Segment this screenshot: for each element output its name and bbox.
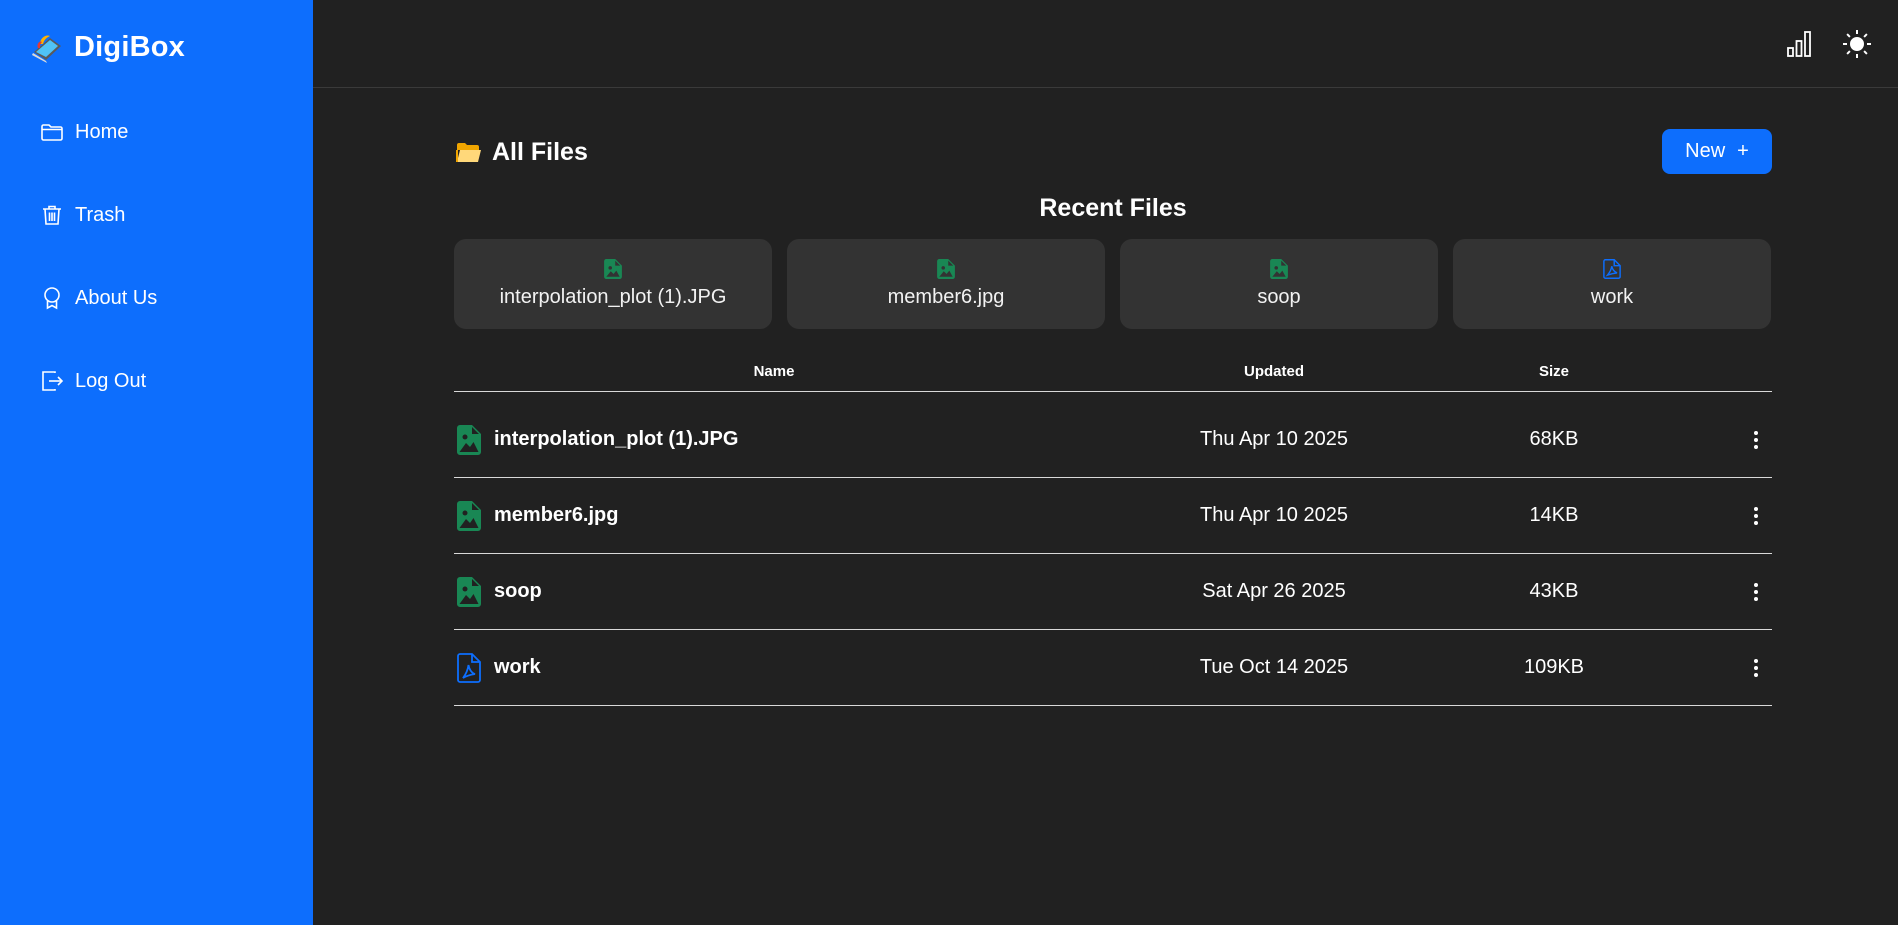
file-actions-cell — [1654, 580, 1772, 604]
page-title: All Files — [456, 138, 588, 167]
plus-icon: + — [1737, 140, 1749, 162]
logout-icon — [42, 371, 64, 391]
sidebar-item-home[interactable]: Home — [40, 112, 157, 152]
file-image-icon — [604, 259, 622, 279]
kebab-menu-icon[interactable] — [1746, 428, 1766, 452]
column-header-size[interactable]: Size — [1454, 363, 1654, 380]
new-button[interactable]: New + — [1662, 129, 1772, 174]
kebab-menu-icon[interactable] — [1746, 656, 1766, 680]
table-row[interactable]: interpolation_plot (1).JPG Thu Apr 10 20… — [454, 402, 1772, 478]
table-row[interactable]: member6.jpg Thu Apr 10 2025 14KB — [454, 478, 1772, 554]
file-image-icon — [457, 500, 481, 531]
file-updated: Thu Apr 10 2025 — [1200, 428, 1348, 450]
topbar — [313, 0, 1898, 88]
files-table: Name Updated Size interpolation_plot (1)… — [454, 352, 1772, 706]
file-image-icon — [1270, 259, 1288, 279]
content: All Files New + Recent Files interpolati… — [454, 88, 1772, 706]
sun-icon[interactable] — [1841, 28, 1873, 60]
main-area: All Files New + Recent Files interpolati… — [313, 0, 1898, 925]
sidebar-item-trash[interactable]: Trash — [40, 195, 157, 235]
table-body: interpolation_plot (1).JPG Thu Apr 10 20… — [454, 392, 1772, 706]
column-header-updated[interactable]: Updated — [1094, 363, 1454, 380]
recent-file-card[interactable]: member6.jpg — [787, 239, 1105, 329]
file-name: interpolation_plot (1).JPG — [494, 428, 739, 450]
sidebar-item-label: Home — [75, 120, 129, 143]
file-updated: Tue Oct 14 2025 — [1199, 656, 1349, 678]
kebab-menu-icon[interactable] — [1746, 580, 1766, 604]
file-image-icon — [937, 259, 955, 279]
folder-icon — [41, 124, 63, 141]
laptop-logo-icon — [32, 35, 61, 63]
page-title-text: All Files — [492, 138, 588, 166]
sidebar-nav: Home Trash About Us Log Out — [40, 112, 157, 444]
recent-file-name: work — [1590, 286, 1634, 308]
app-root: DigiBox Home Trash About Us Log Out All … — [0, 0, 1898, 925]
file-name-cell: work — [454, 652, 1094, 683]
file-image-icon — [457, 424, 481, 455]
sidebar-item-label: Trash — [75, 203, 126, 226]
brand-name: DigiBox — [74, 30, 185, 63]
file-image-icon — [457, 576, 481, 607]
file-name: work — [494, 656, 541, 678]
sidebar-item-about-us[interactable]: About Us — [40, 278, 157, 318]
kebab-menu-icon[interactable] — [1746, 504, 1766, 528]
file-size: 14KB — [1529, 504, 1579, 526]
open-folder-icon — [456, 142, 481, 162]
file-name-cell: member6.jpg — [454, 500, 1094, 531]
table-row[interactable]: work Tue Oct 14 2025 109KB — [454, 630, 1772, 706]
file-updated: Sat Apr 26 2025 — [1202, 580, 1346, 602]
sidebar-item-label: Log Out — [75, 369, 147, 392]
recent-file-card[interactable]: work — [1453, 239, 1771, 329]
file-name-cell: interpolation_plot (1).JPG — [454, 424, 1094, 455]
file-updated: Thu Apr 10 2025 — [1200, 504, 1348, 526]
file-actions-cell — [1654, 428, 1772, 452]
recent-file-name: interpolation_plot (1).JPG — [499, 286, 727, 308]
recent-files-title: Recent Files — [1039, 194, 1187, 222]
file-size: 109KB — [1523, 656, 1585, 678]
file-pdf-icon — [457, 652, 481, 683]
file-name: member6.jpg — [494, 504, 619, 526]
recent-file-card[interactable]: interpolation_plot (1).JPG — [454, 239, 772, 329]
table-header: Name Updated Size — [454, 352, 1772, 392]
recent-file-name: member6.jpg — [887, 286, 1005, 308]
file-name: soop — [494, 580, 542, 602]
file-actions-cell — [1654, 656, 1772, 680]
bar-chart-icon[interactable] — [1783, 28, 1815, 60]
file-actions-cell — [1654, 504, 1772, 528]
new-button-label: New — [1685, 140, 1726, 162]
column-header-name[interactable]: Name — [454, 363, 1094, 380]
sidebar-item-log-out[interactable]: Log Out — [40, 361, 157, 401]
brand[interactable]: DigiBox — [30, 30, 185, 64]
file-size: 68KB — [1529, 428, 1579, 450]
award-icon — [44, 287, 60, 310]
header-row: All Files New + Recent Files — [454, 88, 1772, 222]
sidebar-item-label: About Us — [75, 286, 158, 309]
file-size: 43KB — [1529, 580, 1579, 602]
table-row[interactable]: soop Sat Apr 26 2025 43KB — [454, 554, 1772, 630]
recent-files-grid: interpolation_plot (1).JPG member6.jpg s… — [454, 239, 1772, 329]
recent-file-card[interactable]: soop — [1120, 239, 1438, 329]
trash-icon — [43, 205, 61, 225]
recent-file-name: soop — [1257, 286, 1301, 308]
sidebar: DigiBox Home Trash About Us Log Out — [0, 0, 313, 925]
file-pdf-icon — [1603, 259, 1621, 279]
file-name-cell: soop — [454, 576, 1094, 607]
